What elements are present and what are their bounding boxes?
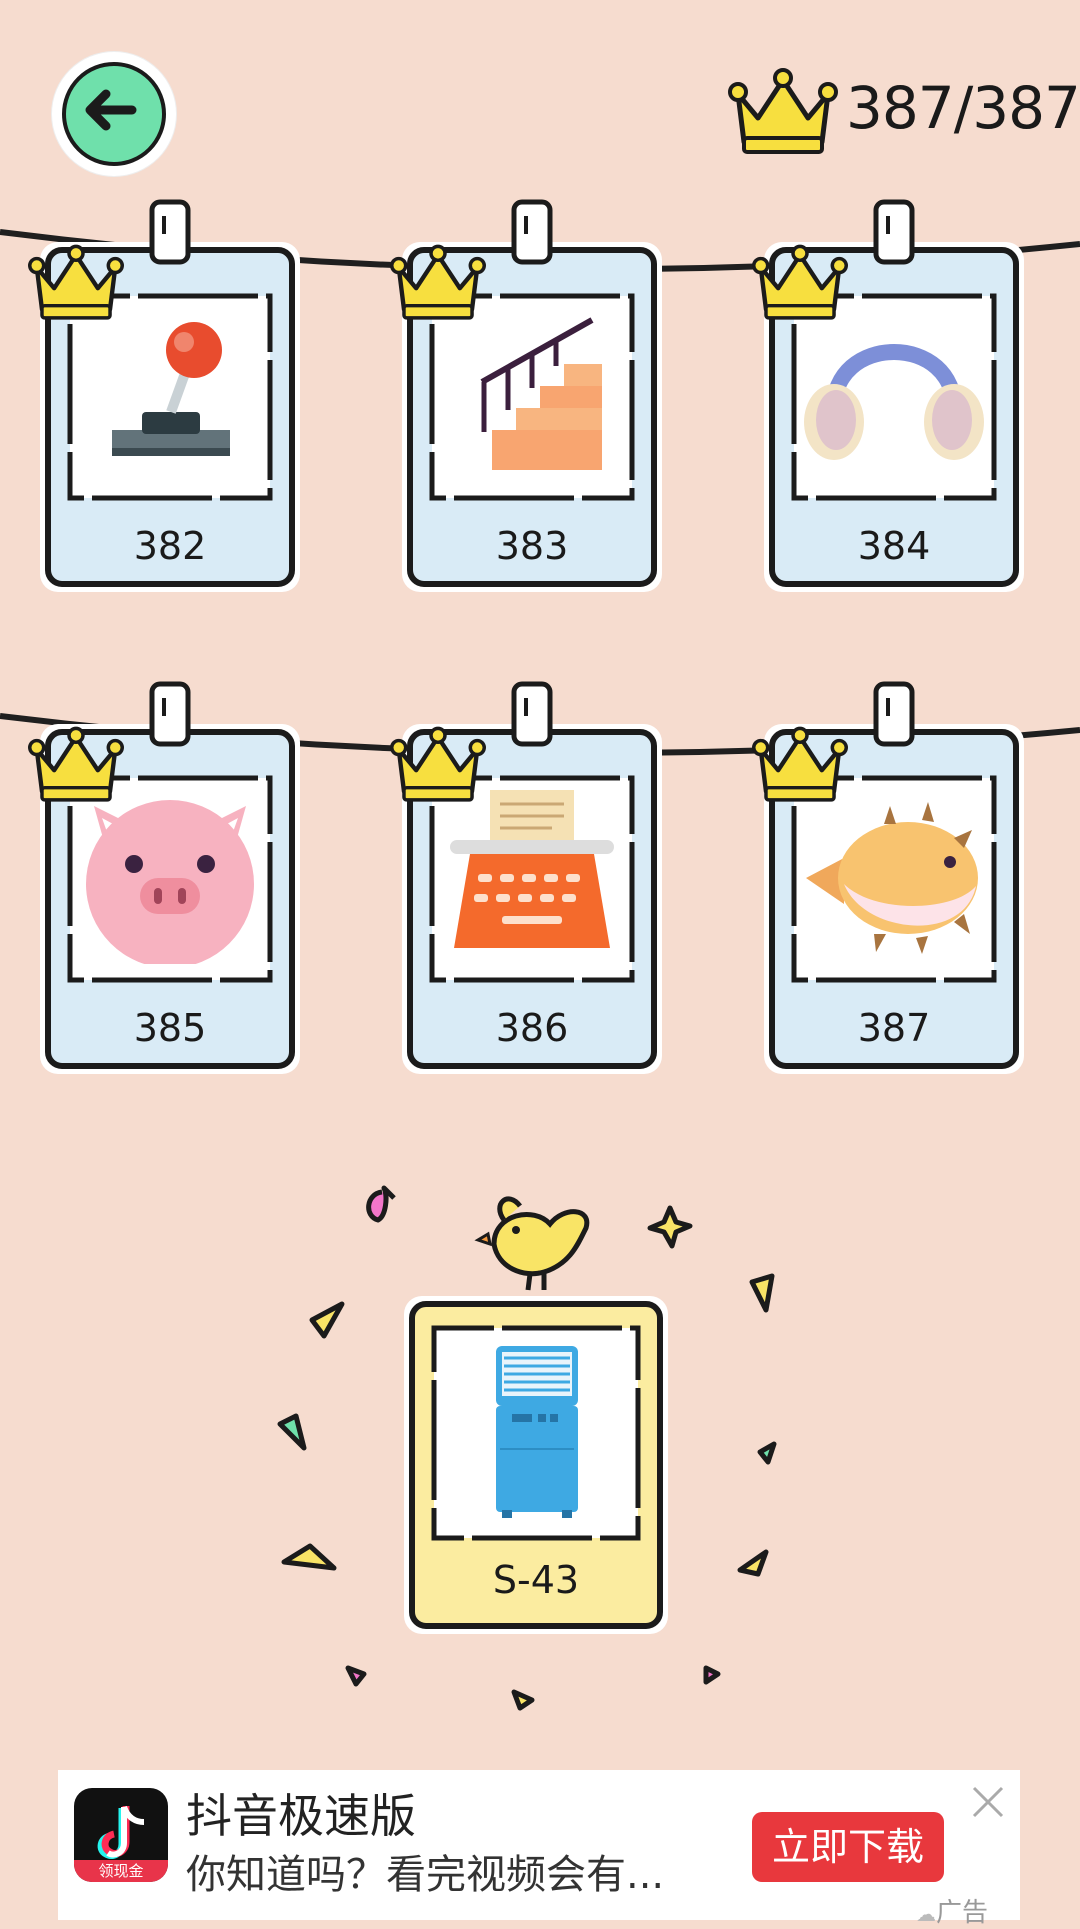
crown-badge-icon (28, 244, 124, 320)
app-icon[interactable]: 领现金 (74, 1788, 168, 1882)
crown-icon (728, 68, 838, 154)
level-card[interactable]: 385 (28, 681, 304, 1074)
download-button[interactable]: 立即下载 (752, 1812, 944, 1882)
card-number: 384 (857, 524, 931, 568)
crown-badge-icon (28, 726, 124, 802)
level-card[interactable]: 384 (752, 199, 1028, 592)
level-card[interactable]: 382 (28, 199, 304, 592)
staircase-icon (442, 302, 622, 482)
arrow-left-icon (85, 89, 137, 131)
typewriter-icon (442, 784, 622, 964)
close-icon[interactable] (968, 1782, 1008, 1822)
pufferfish-icon (804, 784, 984, 964)
pig-icon (80, 784, 260, 964)
back-button[interactable] (52, 52, 176, 176)
ad-tag: ☁广告 (916, 1898, 989, 1928)
level-card[interactable]: 386 (390, 681, 666, 1074)
crown-badge-icon (752, 244, 848, 320)
ad-badge: 领现金 (74, 1860, 168, 1882)
crown-badge-icon (390, 726, 486, 802)
crown-badge-icon (390, 244, 486, 320)
earmuffs-icon (804, 302, 984, 482)
card-number: 383 (495, 524, 569, 568)
ad-tag-label: 广告 (936, 1898, 989, 1928)
progress-counter: 387/387 (846, 74, 1080, 142)
crown-badge-icon (752, 726, 848, 802)
level-card[interactable]: 383 (390, 199, 666, 592)
ad-description: 你知道吗？看完视频会有... (186, 1852, 665, 1898)
celebration-confetti (277, 1185, 777, 1711)
card-number: 382 (133, 524, 207, 568)
level-card[interactable]: 387 (752, 681, 1028, 1074)
ad-title: 抖音极速版 (186, 1789, 416, 1843)
joystick-icon (80, 302, 260, 482)
card-number: 385 (133, 1006, 207, 1050)
card-number: 387 (857, 1006, 931, 1050)
card-number: 386 (495, 1006, 569, 1050)
ad-banner[interactable]: 领现金 抖音极速版 你知道吗？看完视频会有... 立即下载 ☁广告 (58, 1770, 1020, 1928)
